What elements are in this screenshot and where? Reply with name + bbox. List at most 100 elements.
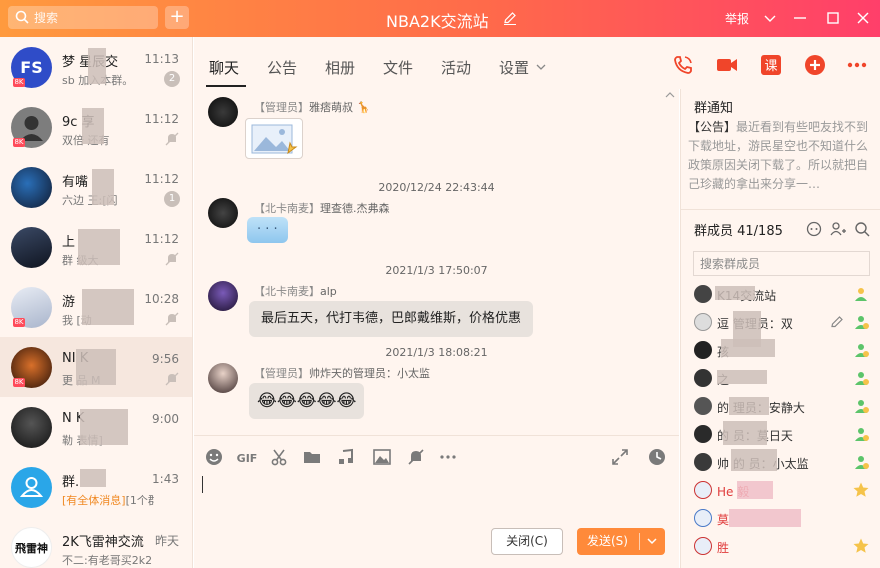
session-item[interactable]: 飛雷神 2K飞雷神交流 昨天 不二:有老哥买2k2	[0, 517, 192, 568]
report-link[interactable]: 举报	[725, 10, 749, 27]
notice-body[interactable]: 【公告】最近看到有些吧友找不到下载地址，游民星空也不知道什么政策原因关闭下载了。…	[688, 118, 870, 194]
member-item[interactable]: 逗 管理员：双	[681, 309, 880, 347]
session-item[interactable]: 8K 游 10:28 我 [动	[0, 277, 192, 337]
member-item[interactable]: He 毅	[681, 477, 880, 505]
tab-chat[interactable]: 聊天	[209, 57, 239, 78]
send-button[interactable]: 发送(S)	[577, 528, 665, 555]
tab-album[interactable]: 相册	[325, 57, 355, 78]
session-time: 1:43	[152, 472, 179, 486]
member-search-input[interactable]	[694, 252, 869, 275]
message-image[interactable]	[245, 118, 303, 159]
notice-title: 群通知	[694, 101, 734, 116]
svg-text:课: 课	[764, 59, 777, 74]
add-button[interactable]: +	[165, 6, 189, 29]
session-item[interactable]: 有嘴 11:12 六边 王:[闪 1	[0, 157, 192, 217]
timestamp: 2021/1/3 18:08:21	[385, 346, 488, 359]
redaction-blur	[82, 108, 104, 144]
level-badge: 8K	[13, 378, 25, 387]
tab-files[interactable]: 文件	[383, 57, 413, 78]
tab-activity[interactable]: 活动	[441, 57, 471, 78]
mute-notification-icon[interactable]	[406, 447, 426, 467]
tab-settings[interactable]: 设置	[499, 57, 546, 78]
scissors-icon[interactable]	[269, 447, 289, 467]
expand-icon[interactable]	[610, 447, 630, 467]
chat-tabs: 聊天 公告 相册 文件 活动 设置 课	[194, 37, 880, 89]
session-time: 9:56	[152, 352, 179, 366]
admin-icon	[855, 428, 869, 441]
admin-icon	[855, 400, 869, 413]
session-time: 昨天	[154, 534, 179, 548]
member-item[interactable]: 帅 的 员：小太监	[681, 449, 880, 477]
sender-avatar[interactable]	[208, 198, 238, 228]
emoji-bubble[interactable]: 😂😂😂😂😂	[249, 383, 365, 419]
video-call-icon[interactable]	[715, 53, 739, 77]
session-item[interactable]: FS 8K 梦 星辰交 11:13 sb 加入本群。 2	[0, 37, 192, 97]
gif-icon[interactable]: GIF	[235, 447, 259, 467]
redaction-blur	[731, 449, 777, 471]
sender-avatar[interactable]	[208, 363, 238, 393]
emoji-icon[interactable]	[204, 447, 224, 467]
group-chat-icon[interactable]	[805, 220, 823, 238]
redaction-blur	[80, 409, 128, 445]
level-badge: 8K	[13, 138, 25, 147]
sender-avatar[interactable]	[208, 281, 238, 311]
unread-count: 2	[164, 71, 180, 87]
member-item[interactable]: 胜	[681, 533, 880, 561]
member-item[interactable]: 之	[681, 365, 880, 393]
close-button[interactable]: 关闭(C)	[491, 528, 563, 555]
redaction-blur	[717, 370, 767, 384]
music-icon[interactable]	[336, 447, 356, 467]
message-bubble[interactable]: 最后五天，代打韦德，巴郎戴维斯，价格优惠	[249, 301, 534, 337]
member-item[interactable]: 孩	[681, 337, 880, 365]
message-sender: 【北卡南麦】理查德.杰弗森	[254, 202, 390, 215]
session-item[interactable]: 8K 9c 享 11:12 双倍 还有	[0, 97, 192, 157]
member-item[interactable]: 的 理员：安静大	[681, 393, 880, 421]
sticker-bubble[interactable]: · · ·	[247, 217, 288, 243]
tab-notice[interactable]: 公告	[267, 57, 297, 78]
edit-icon[interactable]	[829, 314, 845, 330]
dropdown-icon[interactable]	[760, 8, 780, 28]
minimize-icon[interactable]	[790, 8, 810, 28]
redaction-blur	[737, 481, 773, 499]
group-info-panel: 群通知 【公告】最近看到有些吧友找不到下载地址，游民星空也不知道什么政策原因关闭…	[680, 89, 880, 568]
search-member-icon[interactable]	[853, 220, 871, 238]
redaction-blur	[723, 421, 767, 445]
member-avatar	[694, 537, 712, 555]
member-avatar	[694, 453, 712, 471]
session-item[interactable]: 群. 1:43 [有全体消息][1个群	[0, 457, 192, 517]
phone-icon[interactable]	[671, 53, 695, 77]
sender-avatar[interactable]	[208, 97, 238, 127]
session-item[interactable]: 上 11:12 群 级大	[0, 217, 192, 277]
maximize-icon[interactable]	[823, 8, 843, 28]
session-item-active[interactable]: 8K NI K 9:56 更 品 M	[0, 337, 192, 397]
edit-title-icon[interactable]	[502, 10, 518, 26]
text-cursor[interactable]	[202, 476, 203, 493]
add-app-icon[interactable]	[803, 53, 827, 77]
admin-icon	[855, 456, 869, 469]
add-member-icon[interactable]	[829, 220, 847, 238]
member-search-field[interactable]	[693, 251, 870, 276]
send-options-chevron-icon[interactable]	[644, 533, 660, 549]
more-options-icon[interactable]	[845, 53, 869, 77]
picture-icon[interactable]	[372, 447, 392, 467]
admin-icon	[855, 372, 869, 385]
member-item[interactable]: 莫	[681, 505, 880, 533]
session-item[interactable]: N K 9:00 勒 表情]	[0, 397, 192, 457]
redaction-blur	[76, 349, 116, 385]
folder-icon[interactable]	[302, 447, 322, 467]
level-badge: 8K	[13, 318, 25, 327]
svg-text:GIF: GIF	[237, 452, 258, 465]
message-sender: 【管理员】帅炸天的管理员：小太监	[254, 367, 430, 380]
history-clock-icon[interactable]	[647, 447, 667, 467]
message-sender: 【北卡南麦】alp	[254, 285, 337, 298]
avatar	[11, 227, 52, 268]
session-time: 11:13	[144, 52, 179, 66]
close-icon[interactable]	[853, 8, 873, 28]
class-icon[interactable]: 课	[759, 53, 783, 77]
member-item[interactable]: 的 员：莫日天	[681, 421, 880, 449]
search-input[interactable]	[34, 6, 152, 29]
member-item[interactable]: K14交流站	[681, 281, 880, 309]
scroll-up-icon[interactable]	[665, 90, 675, 100]
session-search[interactable]	[8, 6, 158, 29]
more-tools-icon[interactable]	[438, 447, 458, 467]
